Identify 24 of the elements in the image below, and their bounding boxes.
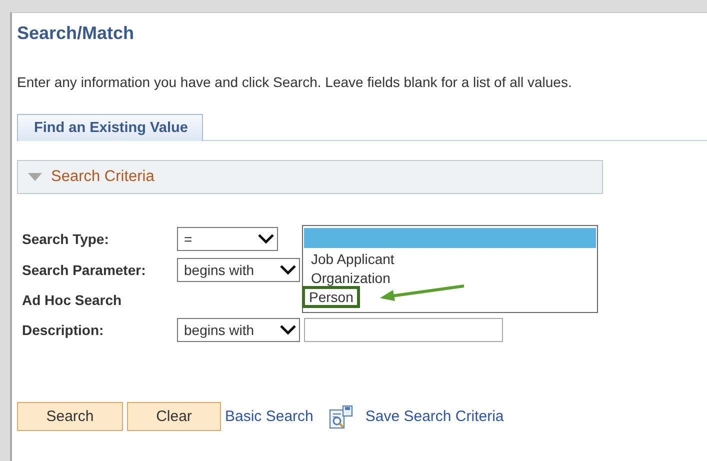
save-search-icon (329, 404, 354, 428)
field-label: Search Parameter: (22, 262, 147, 278)
search-button[interactable]: Search (17, 402, 123, 431)
dropdown-option[interactable]: Organization (304, 267, 398, 289)
chevron-down-icon (280, 325, 296, 335)
page-title: Search/Match (17, 22, 134, 44)
tab[interactable]: Find an Existing Value (17, 114, 203, 141)
section-title: Search Criteria (51, 168, 154, 186)
select-field[interactable]: begins with (177, 318, 300, 342)
field-label: Description: (22, 322, 105, 338)
link[interactable]: Save Search Criteria (365, 408, 504, 425)
dropdown-option[interactable]: Person (302, 286, 360, 308)
section-label: Ad Hoc Search (22, 292, 123, 308)
instructions-text: Enter any information you have and click Search. Leave fields blank for a list of all values. (17, 74, 572, 90)
field-label: Search Type: (22, 231, 110, 247)
dropdown-option[interactable]: Job Applicant (304, 248, 402, 270)
input-field[interactable] (304, 318, 503, 342)
clear-button[interactable]: Clear (127, 402, 221, 431)
link[interactable]: Basic Search (225, 408, 314, 425)
chevron-down-icon (280, 265, 296, 275)
section-header[interactable]: Search Criteria (17, 160, 603, 194)
select-field[interactable]: begins with (177, 258, 300, 282)
chevron-down-icon (258, 234, 274, 244)
select-field[interactable]: = (177, 227, 278, 251)
